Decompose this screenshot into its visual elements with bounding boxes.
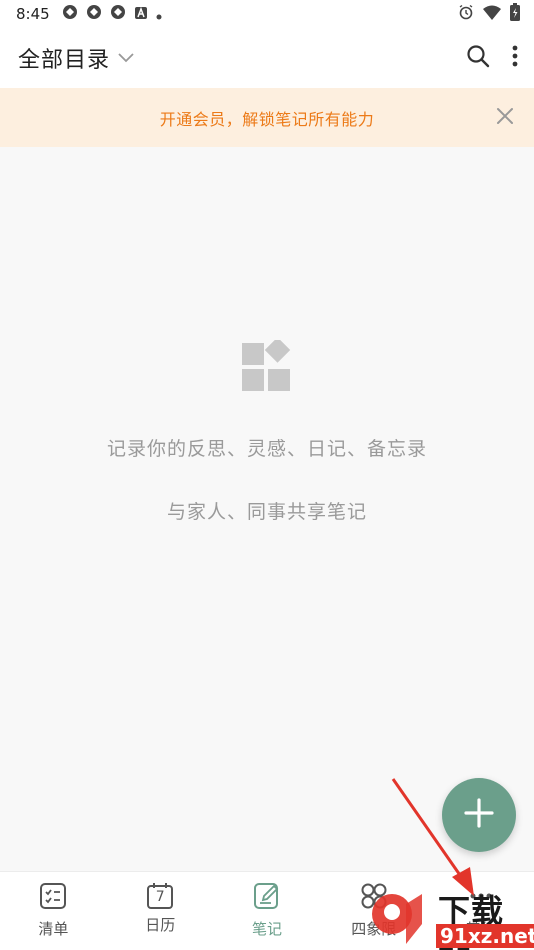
- empty-state-subtext: 与家人、同事共享笔记: [166, 501, 367, 523]
- add-note-button[interactable]: [442, 778, 516, 852]
- empty-state-text: 记录你的反思、灵感、日记、备忘录: [106, 438, 427, 460]
- search-icon[interactable]: [466, 44, 490, 72]
- close-icon[interactable]: [496, 107, 514, 129]
- watermark-logo-icon: [372, 894, 422, 944]
- sync-icon: [62, 4, 78, 24]
- membership-banner[interactable]: 开通会员，解锁笔记所有能力: [0, 88, 534, 147]
- dot-icon: [156, 5, 162, 24]
- tab-calendar[interactable]: 7 日历: [107, 872, 214, 950]
- watermark-domain: 91xz.net: [436, 924, 534, 948]
- status-time: 8:45: [16, 5, 50, 23]
- wifi-icon: [483, 5, 501, 24]
- tab-label: 日历: [145, 916, 176, 934]
- plus-icon: [464, 798, 494, 832]
- tab-notes[interactable]: 笔记: [214, 872, 321, 950]
- sync-icon: [86, 4, 102, 24]
- calendar-day: 7: [155, 889, 165, 905]
- sync-icon: [110, 4, 126, 24]
- tab-label: 清单: [38, 920, 69, 938]
- catalog-title[interactable]: 全部目录: [18, 42, 110, 74]
- status-bar: 8:45: [0, 0, 534, 28]
- banner-text[interactable]: 开通会员，解锁笔记所有能力: [160, 106, 375, 130]
- tab-checklist[interactable]: 清单: [0, 872, 107, 950]
- a-box-icon: [134, 5, 148, 24]
- widgets-icon: [240, 337, 294, 396]
- more-vert-icon[interactable]: [512, 45, 518, 71]
- note-edit-icon: [253, 882, 281, 914]
- checklist-icon: [39, 882, 67, 914]
- alarm-icon: [458, 4, 474, 24]
- calendar-icon: 7: [146, 882, 174, 910]
- watermark: 下载站 91xz.net: [362, 884, 534, 950]
- chevron-down-icon[interactable]: [118, 53, 134, 63]
- app-bar: 全部目录: [0, 28, 534, 88]
- battery-icon: [510, 3, 520, 25]
- tab-label: 笔记: [251, 920, 282, 938]
